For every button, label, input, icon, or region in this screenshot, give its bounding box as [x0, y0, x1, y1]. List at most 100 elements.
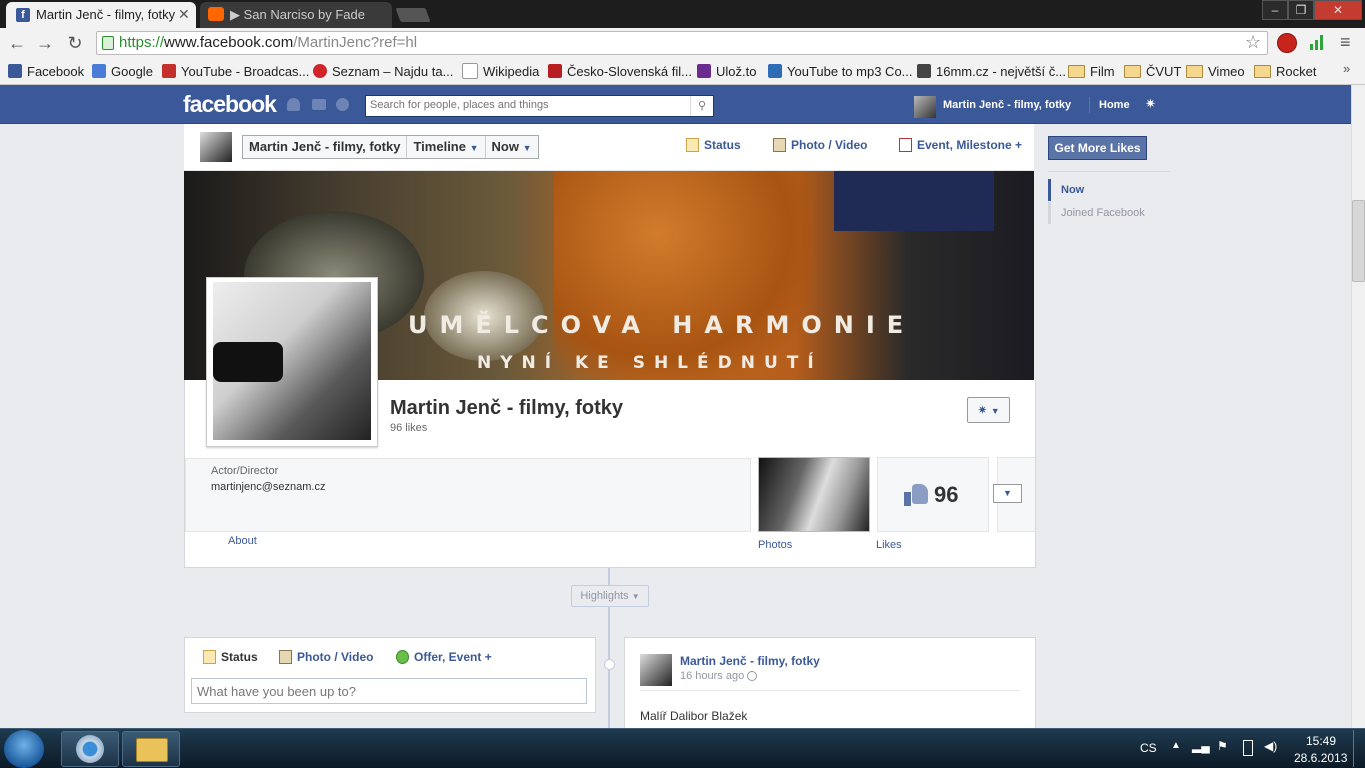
event-milestone-label: Event, Milestone +: [917, 138, 1023, 152]
start-button[interactable]: [4, 730, 44, 768]
address-bar[interactable]: https://www.facebook.com/MartinJenc?ref=…: [96, 31, 1268, 55]
composer-tab-offer[interactable]: Offer, Event +: [396, 650, 492, 664]
bookmark-folder-film[interactable]: Film: [1068, 62, 1115, 80]
header-photo-video-link[interactable]: Photo / Video: [773, 138, 867, 152]
close-tab-icon[interactable]: ✕: [178, 6, 190, 23]
vertical-scrollbar[interactable]: [1351, 85, 1365, 728]
minimize-icon[interactable]: –: [1262, 0, 1288, 20]
friend-requests-icon[interactable]: [287, 98, 300, 111]
reload-icon[interactable]: ↻: [64, 32, 86, 54]
composer-tab-status[interactable]: Status: [203, 650, 258, 664]
about-box[interactable]: Actor/Director martinjenc@seznam.cz: [185, 458, 751, 532]
messages-icon[interactable]: [312, 99, 326, 110]
back-icon[interactable]: ←: [6, 32, 28, 54]
show-hidden-icons-icon[interactable]: ▲: [1171, 740, 1181, 751]
close-window-icon[interactable]: ✕: [1314, 0, 1362, 20]
bookmark-facebook[interactable]: Facebook: [8, 62, 84, 80]
home-link[interactable]: Home: [1099, 99, 1130, 111]
likes-box[interactable]: 96: [877, 457, 989, 532]
settings-gear-icon[interactable]: ✷: [1145, 96, 1156, 112]
tab-soundcloud[interactable]: ▶ San Narciso by Fade: [200, 2, 392, 28]
notifications-globe-icon[interactable]: [336, 98, 349, 111]
profile-link[interactable]: Martin Jenč - filmy, fotky: [943, 99, 1071, 111]
adblock-icon[interactable]: [1277, 33, 1297, 53]
chevron-down-icon: ▼: [522, 143, 532, 153]
maximize-icon[interactable]: ❐: [1288, 0, 1314, 20]
bookmark-csfd[interactable]: Česko-Slovenská fil...: [548, 62, 692, 80]
bookmark-label: Rocket: [1276, 63, 1317, 79]
post-author-avatar[interactable]: [640, 654, 672, 686]
ulozto-icon: [697, 64, 711, 78]
bookmark-youtube[interactable]: YouTube - Broadcas...: [162, 62, 309, 80]
scrubber-joined[interactable]: Joined Facebook: [1048, 202, 1145, 224]
bookmark-star-icon[interactable]: ☆: [1245, 32, 1261, 53]
url-domain: www.facebook.com: [164, 34, 294, 51]
post-timestamp[interactable]: 16 hours ago: [680, 670, 758, 682]
clock-date[interactable]: 28.6.2013: [1294, 751, 1347, 765]
bookmark-folder-rocket[interactable]: Rocket: [1254, 62, 1316, 80]
facebook-logo[interactable]: facebook: [183, 91, 277, 118]
scrubber-now[interactable]: Now: [1048, 179, 1084, 201]
bookmark-folder-cvut[interactable]: ČVUT: [1124, 62, 1181, 80]
bookmark-label: Ulož.to: [716, 63, 757, 79]
header-status-link[interactable]: Status: [686, 138, 741, 152]
language-indicator[interactable]: CS: [1140, 741, 1157, 755]
network-icon[interactable]: ▂▄: [1192, 739, 1210, 753]
highlights-dropdown[interactable]: Highlights ▼: [571, 585, 649, 607]
now-label: Now: [491, 139, 519, 154]
scrollbar-thumb[interactable]: [1352, 200, 1365, 282]
clock-time[interactable]: 15:49: [1306, 734, 1336, 748]
url-path: /MartinJenc?ref=hl: [293, 34, 418, 51]
photos-thumbnail[interactable]: [758, 457, 870, 532]
bookmark-label: Facebook: [27, 63, 85, 79]
header-event-link[interactable]: Event, Milestone +: [899, 138, 1022, 152]
composer-photo-label: Photo / Video: [297, 650, 374, 664]
tab-title: ▶ San Narciso by Fade: [230, 7, 366, 22]
page-avatar-small[interactable]: [200, 132, 232, 162]
search-icon[interactable]: ⚲: [690, 96, 713, 116]
photos-link[interactable]: Photos: [758, 539, 792, 551]
battery-icon[interactable]: [1243, 740, 1253, 756]
public-globe-icon: [747, 671, 758, 682]
divider: [640, 690, 1020, 691]
bookmark-label: 16mm.cz - největší č...: [936, 63, 1067, 79]
chrome-taskbar-button[interactable]: [61, 731, 119, 767]
page-name-selector[interactable]: Martin Jenč - filmy, fotky: [243, 136, 408, 158]
composer-input[interactable]: What have you been up to?: [191, 678, 587, 704]
photo-icon: [279, 650, 292, 664]
menu-icon[interactable]: ≡: [1340, 32, 1351, 53]
bookmark-folder-vimeo[interactable]: Vimeo: [1186, 62, 1245, 80]
new-tab-button[interactable]: [395, 8, 431, 22]
show-desktop-button[interactable]: [1353, 730, 1365, 767]
signal-extension-icon[interactable]: [1310, 34, 1326, 50]
likes-link[interactable]: Likes: [876, 539, 902, 551]
search-input[interactable]: [366, 96, 694, 114]
bookmark-wikipedia[interactable]: Wikipedia: [462, 62, 539, 80]
user-avatar[interactable]: [914, 96, 936, 118]
chrome-icon: [76, 735, 104, 763]
page-likes-count[interactable]: 96 likes: [390, 422, 427, 434]
post-author[interactable]: Martin Jenč - filmy, fotky: [680, 654, 820, 668]
explorer-taskbar-button[interactable]: [122, 731, 180, 767]
more-bookmarks-icon[interactable]: »: [1343, 61, 1350, 76]
folder-icon: [1068, 64, 1085, 78]
forward-icon[interactable]: →: [34, 32, 56, 54]
action-center-flag-icon[interactable]: ⚑: [1217, 739, 1228, 753]
bookmark-yt-mp3[interactable]: YouTube to mp3 Co...: [768, 62, 913, 80]
bookmark-google[interactable]: Google: [92, 62, 153, 80]
search-box[interactable]: ⚲: [365, 95, 714, 117]
more-apps-button[interactable]: ▼: [993, 484, 1022, 503]
composer-tab-photo[interactable]: Photo / Video: [279, 650, 373, 664]
bookmark-16mm[interactable]: 16mm.cz - největší č...: [917, 62, 1066, 80]
timeline-dropdown[interactable]: Timeline ▼: [407, 136, 486, 158]
tab-facebook[interactable]: f Martin Jenč - filmy, fotky ✕: [6, 2, 196, 28]
bookmark-seznam[interactable]: Seznam – Najdu ta...: [313, 62, 453, 80]
bookmark-ulozto[interactable]: Ulož.to: [697, 62, 756, 80]
chevron-down-icon: ▼: [990, 406, 1000, 416]
profile-picture[interactable]: [206, 277, 378, 447]
page-actions-button[interactable]: ✷ ▼: [967, 397, 1010, 423]
volume-icon[interactable]: ◀): [1264, 739, 1277, 753]
get-more-likes-button[interactable]: Get More Likes: [1048, 136, 1147, 160]
about-link[interactable]: About: [228, 535, 257, 547]
now-dropdown[interactable]: Now ▼: [486, 136, 538, 158]
